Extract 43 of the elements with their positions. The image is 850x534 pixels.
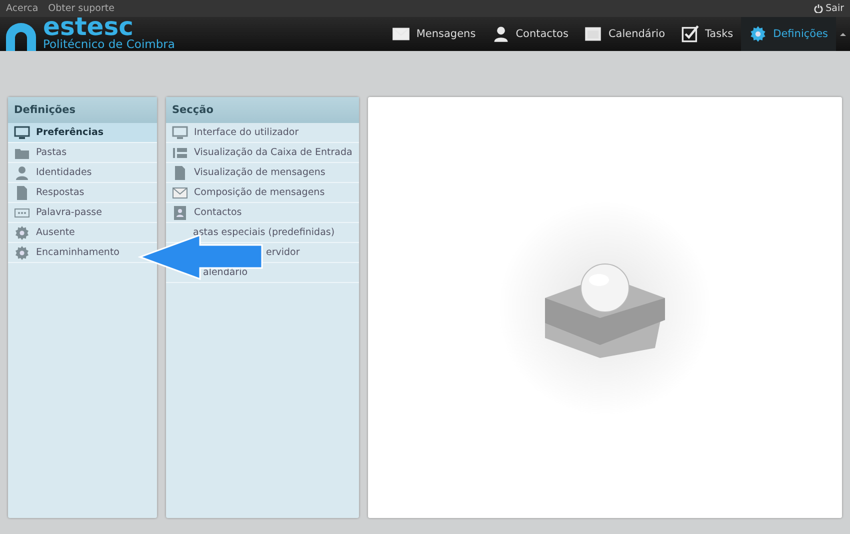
section-item[interactable]: astas especiais (predefinidas) — [193, 227, 335, 238]
section-item[interactable]: Composição de mensagens — [194, 187, 325, 198]
settings-item[interactable]: Identidades — [36, 167, 92, 178]
logo-icon — [6, 23, 36, 51]
nav-tab[interactable]: Calendário — [576, 17, 673, 51]
logo-name: estesc — [43, 17, 134, 37]
settings-item[interactable]: Preferências — [8, 123, 157, 143]
nav-tab[interactable]: Tasks — [673, 17, 742, 51]
section-item[interactable]: ervidor — [266, 247, 300, 258]
logout-link[interactable]: Sair — [814, 3, 844, 14]
monitor-icon — [14, 124, 30, 140]
settings-item[interactable]: Ausente — [36, 227, 75, 238]
envelope-icon — [172, 184, 188, 200]
document-icon — [14, 184, 30, 200]
document-icon — [172, 164, 188, 180]
top-link[interactable]: Acerca — [6, 3, 38, 14]
section-item[interactable]: Visualização de mensagens — [194, 167, 326, 178]
panel-title: Definições — [8, 97, 157, 123]
gear-icon — [14, 244, 30, 260]
section-item[interactable]: Visualização da Caixa de Entrada — [194, 147, 352, 158]
nav-tab[interactable]: Contactos — [484, 17, 576, 51]
person-icon — [14, 164, 30, 180]
nav-tab[interactable]: Definições — [741, 17, 836, 51]
panel-title: Secção — [166, 97, 359, 123]
person-icon — [492, 25, 510, 43]
gear-icon — [14, 224, 30, 240]
section-item[interactable]: alendário — [203, 267, 248, 278]
settings-item[interactable]: Respostas — [36, 187, 84, 198]
checkbox-icon — [681, 25, 699, 43]
logo-subtitle: Politécnico de Coimbra — [43, 38, 175, 51]
contact-card-icon — [172, 204, 188, 220]
nav-tab[interactable]: Mensagens — [384, 17, 484, 51]
section-item[interactable]: Interface do utilizador — [194, 127, 299, 138]
gear-icon — [749, 25, 768, 43]
top-link[interactable]: Obter suporte — [48, 3, 114, 14]
envelope-icon — [392, 25, 410, 43]
power-icon — [814, 4, 823, 13]
calendar-icon — [584, 25, 602, 43]
settings-item[interactable]: Encaminhamento — [36, 247, 120, 258]
monitor-icon — [172, 124, 188, 140]
section-item[interactable]: Contactos — [194, 207, 242, 218]
settings-item[interactable]: Palavra-passe — [36, 207, 102, 218]
settings-item[interactable]: Pastas — [36, 147, 67, 158]
